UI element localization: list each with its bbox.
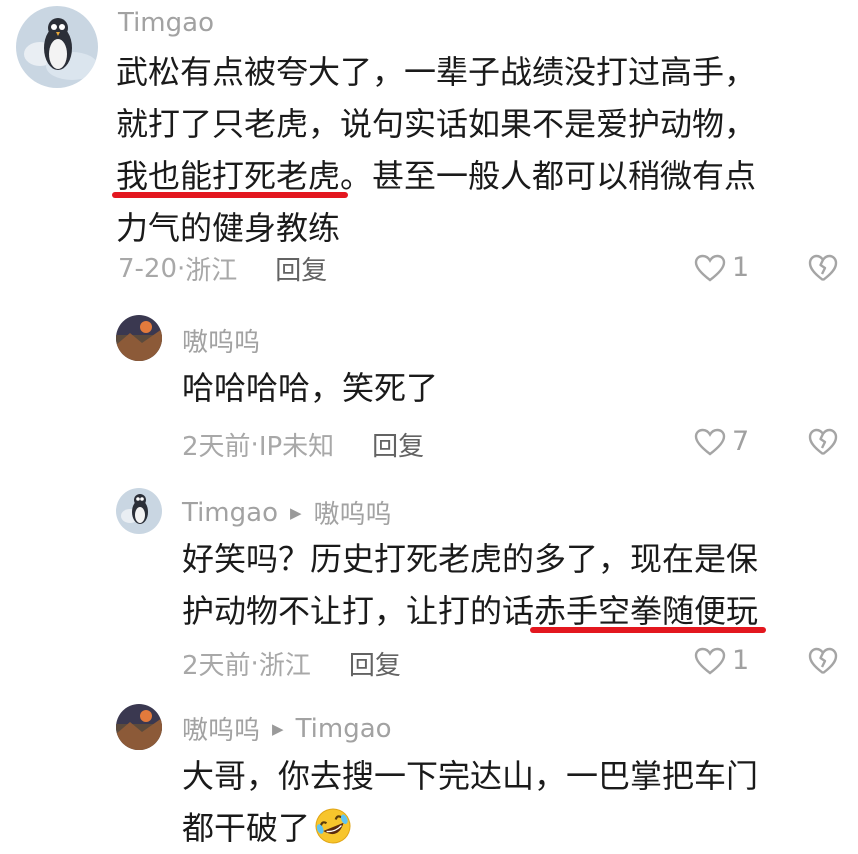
comment-author[interactable]: 嗷呜呜 bbox=[182, 322, 260, 359]
like-button[interactable]: 1 bbox=[694, 645, 749, 676]
comment-author[interactable]: Timgao bbox=[118, 8, 214, 38]
text-segment: 都干破了 bbox=[182, 809, 311, 847]
comment-author[interactable]: Timgao ▶ 嗷呜呜 bbox=[182, 494, 392, 531]
text-line: 就打了只老虎，说句实话如果不是爱护动物， bbox=[116, 105, 757, 143]
comment-location: 浙江 bbox=[258, 651, 311, 681]
comment-author[interactable]: 嗷呜呜 ▶ Timgao bbox=[182, 710, 392, 747]
text-line: 护动物不让打，让打的话赤手空拳随便玩 bbox=[182, 585, 767, 637]
author-name[interactable]: Timgao bbox=[118, 8, 214, 38]
reply-to-name[interactable]: 嗷呜呜 bbox=[314, 494, 392, 531]
comment-location: IP未知 bbox=[258, 432, 335, 462]
comment-text: 武松有点被夸大了，一辈子战绩没打过高手， 就打了只老虎，说句实话如果不是爱护动物… bbox=[111, 46, 757, 254]
text-line: 都干破了 bbox=[182, 802, 758, 854]
comment-location: 浙江 bbox=[185, 256, 238, 286]
text-line: 哈哈哈哈，笑死了 bbox=[182, 369, 439, 407]
like-count: 1 bbox=[732, 645, 750, 676]
triangle-right-icon: ▶ bbox=[289, 503, 302, 522]
highlighted-text: 赤手空拳随便玩 bbox=[530, 585, 767, 637]
reply-button[interactable]: 回复 bbox=[275, 250, 327, 287]
comment-date: 7-20 bbox=[118, 253, 178, 284]
text-line: 力气的健身教练 bbox=[116, 209, 341, 247]
highlighted-text: 我也能打死老虎 bbox=[111, 150, 349, 202]
heart-outline-icon bbox=[694, 428, 726, 456]
avatar[interactable] bbox=[116, 315, 162, 361]
meta-separator: · bbox=[250, 648, 259, 679]
penguin-avatar-icon bbox=[116, 488, 162, 534]
avatar[interactable] bbox=[116, 488, 162, 534]
comment-meta: 2天前 · 浙江 回复 bbox=[182, 645, 401, 682]
penguin-avatar-icon bbox=[16, 6, 98, 88]
like-count: 1 bbox=[732, 252, 750, 283]
meta-separator: · bbox=[177, 253, 186, 284]
comment-date: 2天前 bbox=[182, 651, 251, 681]
heart-outline-icon bbox=[694, 254, 726, 282]
dislike-button[interactable] bbox=[808, 646, 838, 676]
avatar[interactable] bbox=[16, 6, 98, 88]
broken-heart-icon bbox=[808, 647, 838, 674]
broken-heart-icon bbox=[808, 254, 838, 281]
triangle-right-icon: ▶ bbox=[272, 719, 284, 738]
dislike-button[interactable] bbox=[808, 427, 838, 457]
text-segment: 。甚至一般人都可以稍微有点 bbox=[340, 157, 757, 195]
author-name[interactable]: 嗷呜呜 bbox=[182, 710, 260, 747]
text-line: 大哥，你去搜一下完达山，一巴掌把车门 bbox=[182, 757, 759, 795]
comment-meta: 7-20 · 浙江 回复 bbox=[118, 250, 327, 287]
heart-outline-icon bbox=[694, 647, 726, 675]
author-name[interactable]: Timgao bbox=[182, 498, 278, 528]
rolling-laughing-emoji-icon bbox=[315, 808, 351, 844]
dislike-button[interactable] bbox=[808, 253, 838, 283]
landscape-avatar-icon bbox=[116, 704, 162, 750]
text-line: 好笑吗？历史打死老虎的多了，现在是保 bbox=[182, 540, 759, 578]
reply-button[interactable]: 回复 bbox=[372, 426, 424, 463]
text-line: 武松有点被夸大了，一辈子战绩没打过高手， bbox=[116, 53, 757, 91]
meta-separator: · bbox=[250, 429, 259, 460]
broken-heart-icon bbox=[808, 428, 838, 455]
author-name[interactable]: 嗷呜呜 bbox=[182, 322, 260, 359]
text-line: 我也能打死老虎。甚至一般人都可以稍微有点 bbox=[111, 150, 757, 202]
comment-date: 2天前 bbox=[182, 432, 251, 462]
like-button[interactable]: 1 bbox=[694, 252, 749, 283]
landscape-avatar-icon bbox=[116, 315, 162, 361]
reply-button[interactable]: 回复 bbox=[349, 645, 401, 682]
avatar[interactable] bbox=[116, 704, 162, 750]
text-segment: 护动物不让打，让打的话 bbox=[182, 592, 535, 630]
like-button[interactable]: 7 bbox=[694, 426, 749, 457]
comment-meta: 2天前 · IP未知 回复 bbox=[182, 426, 424, 463]
comment-text: 好笑吗？历史打死老虎的多了，现在是保 护动物不让打，让打的话赤手空拳随便玩 bbox=[182, 533, 767, 637]
comment-text: 大哥，你去搜一下完达山，一巴掌把车门 都干破了 bbox=[182, 750, 758, 854]
comment-text: 哈哈哈哈，笑死了 bbox=[182, 362, 438, 414]
like-count: 7 bbox=[732, 426, 750, 457]
reply-to-name[interactable]: Timgao bbox=[296, 714, 392, 744]
